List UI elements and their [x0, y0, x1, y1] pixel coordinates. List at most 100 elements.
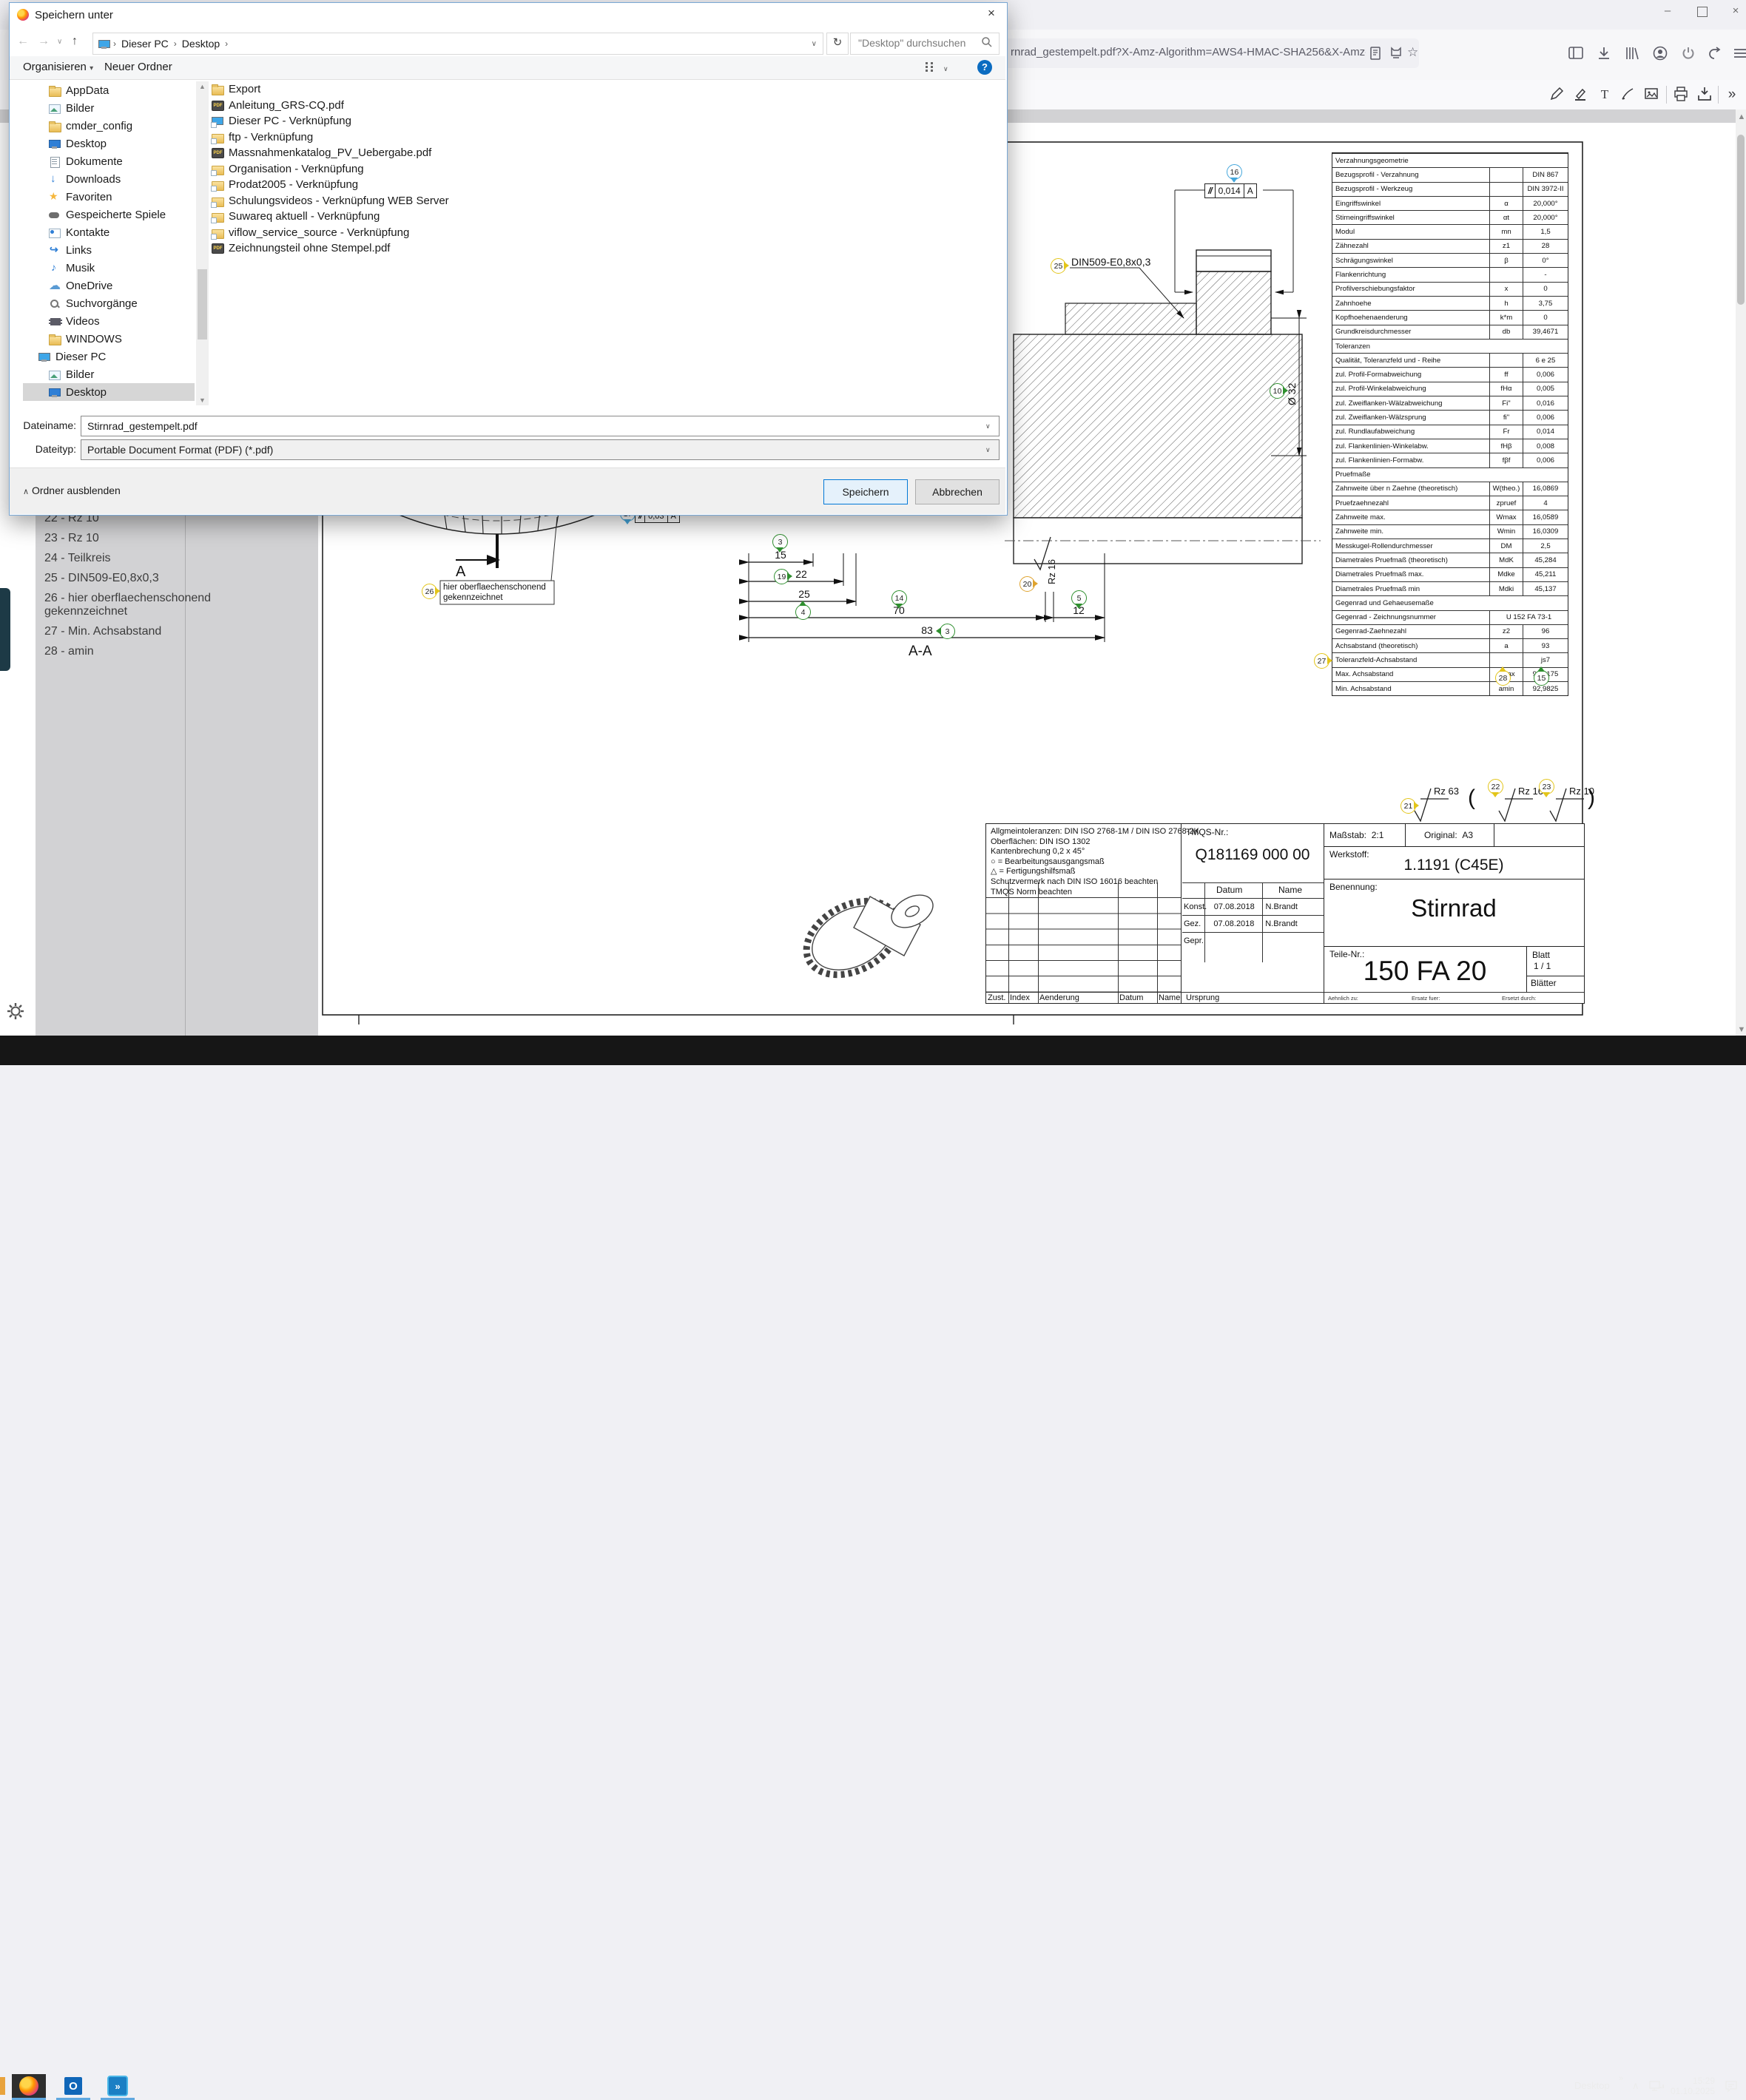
recent-locations-dropdown[interactable]: ∨: [57, 38, 62, 46]
address-dropdown-arrow[interactable]: ∨: [812, 40, 817, 48]
address-bar[interactable]: › Dieser PC › Desktop › ∨: [92, 33, 823, 55]
window-minimize-button[interactable]: –: [1661, 4, 1674, 18]
stamp-list-item[interactable]: 26 - hier oberflaechenschonend gekennzei…: [44, 592, 222, 618]
file-list-item[interactable]: Zeichnungsteil ohne Stempel.pdf: [211, 240, 1004, 257]
power-icon[interactable]: [1679, 44, 1699, 64]
sidebar-handle[interactable]: [0, 588, 10, 671]
organize-button[interactable]: Organisieren ▾: [23, 61, 93, 73]
up-button[interactable]: ↑: [72, 35, 78, 48]
dialog-close-button[interactable]: ×: [980, 6, 1002, 24]
tree-scrollbar-thumb[interactable]: [198, 269, 207, 340]
refresh-button[interactable]: ↻: [826, 33, 849, 55]
pdf-save-icon[interactable]: [1696, 85, 1715, 104]
pdf-image-icon[interactable]: [1642, 85, 1662, 104]
save-to-pocket-icon[interactable]: [1388, 45, 1404, 61]
stamp-list-item[interactable]: 28 - amin: [44, 645, 222, 658]
stamp-list-item[interactable]: 25 - DIN509-E0,8x0,3: [44, 572, 222, 585]
taskbar-toolbar-chevron[interactable]: »: [1619, 2074, 1623, 2083]
search-input[interactable]: "Desktop" durchsuchen: [850, 33, 1000, 55]
bookmark-star-icon[interactable]: ☆: [1407, 45, 1419, 61]
tree-item[interactable]: AppData: [23, 81, 195, 99]
tree-scrollbar-down[interactable]: ▼: [199, 396, 206, 404]
hide-folders-button[interactable]: ∧ Ordner ausblenden: [23, 485, 121, 496]
taskbar-media-icon[interactable]: »: [101, 2074, 135, 2100]
tree-item[interactable]: Kontakte: [23, 223, 195, 241]
pdf-edit-icon[interactable]: [1548, 85, 1567, 104]
tree-item[interactable]: Export: [23, 401, 195, 405]
stamp-list-item[interactable]: 27 - Min. Achsabstand: [44, 625, 222, 638]
file-list-item[interactable]: Massnahmenkatalog_PV_Uebergabe.pdf: [211, 145, 1004, 161]
tree-item[interactable]: Musik: [23, 259, 195, 277]
file-list-item[interactable]: Dieser PC - Verknüpfung: [211, 113, 1004, 129]
tree-item[interactable]: OneDrive: [23, 277, 195, 294]
filename-input[interactable]: Stirnrad_gestempelt.pdf ∨: [81, 416, 1000, 436]
settings-gear-icon[interactable]: [6, 1002, 25, 1021]
stamp-list-item[interactable]: 23 - Rz 10: [44, 532, 222, 545]
pdf-highlight-icon[interactable]: [1571, 85, 1591, 104]
account-icon[interactable]: [1651, 44, 1671, 64]
file-list-item[interactable]: Prodat2005 - Verknüpfung: [211, 177, 1004, 193]
tree-item[interactable]: Videos: [23, 312, 195, 330]
pdf-print-icon[interactable]: [1672, 85, 1691, 104]
notification-center-icon[interactable]: [1724, 2079, 1739, 2093]
view-options-caret[interactable]: ∨: [943, 65, 948, 73]
back-button[interactable]: ←: [17, 35, 29, 48]
cancel-button[interactable]: Abbrechen: [915, 479, 1000, 504]
taskbar-outlook-icon[interactable]: O: [56, 2074, 90, 2100]
tree-item[interactable]: Downloads: [23, 170, 195, 188]
tree-item[interactable]: Favoriten: [23, 188, 195, 206]
tree-item[interactable]: Links: [23, 241, 195, 259]
tree-item[interactable]: Dieser PC: [23, 348, 195, 365]
sidebar-icon[interactable]: [1567, 44, 1586, 64]
save-button[interactable]: Speichern: [823, 479, 908, 504]
filename-dropdown-arrow[interactable]: ∨: [985, 422, 991, 431]
file-list-item[interactable]: Organisation - Verknüpfung: [211, 161, 1004, 178]
library-icon[interactable]: [1623, 44, 1642, 64]
tree-scrollbar[interactable]: [196, 81, 209, 405]
taskbar-clock[interactable]: 15:29 01.10.2025: [1669, 2076, 1715, 2096]
window-maximize-button[interactable]: [1697, 7, 1708, 17]
stamp-list-item[interactable]: 24 - Teilkreis: [44, 552, 222, 565]
file-list-item[interactable]: Suwareq aktuell - Verknüpfung: [211, 209, 1004, 225]
filetype-select[interactable]: Portable Document Format (PDF) (*.pdf) ∨: [81, 439, 1000, 460]
taskbar-desktop-label[interactable]: Desktop: [1574, 2080, 1610, 2091]
help-button[interactable]: ?: [977, 60, 992, 75]
tree-item[interactable]: cmder_config: [23, 117, 195, 135]
new-folder-button[interactable]: Neuer Ordner: [104, 61, 172, 73]
forward-button[interactable]: →: [38, 35, 50, 48]
scrollbar-down-arrow[interactable]: ▼: [1737, 1025, 1746, 1034]
pdf-freetext-icon[interactable]: T: [1595, 85, 1614, 104]
downloads-icon[interactable]: [1595, 44, 1614, 64]
tree-item[interactable]: Desktop: [23, 383, 195, 401]
breadcrumb-desktop[interactable]: Desktop: [179, 38, 223, 50]
tree-item[interactable]: Bilder: [23, 99, 195, 117]
tree-item[interactable]: Gespeicherte Spiele: [23, 206, 195, 223]
tray-expand-icon[interactable]: ∧: [1632, 2080, 1639, 2092]
approval-name-header: Name: [1278, 885, 1302, 895]
file-list-item[interactable]: Export: [211, 81, 1004, 98]
pdf-draw-icon[interactable]: [1619, 85, 1638, 104]
file-list-item[interactable]: Anleitung_GRS-CQ.pdf: [211, 98, 1004, 114]
tree-scrollbar-up[interactable]: ▲: [199, 83, 206, 90]
menu-hamburger-icon[interactable]: [1731, 44, 1746, 64]
tree-item[interactable]: WINDOWS: [23, 330, 195, 348]
scrollbar-thumb[interactable]: [1737, 135, 1745, 305]
reader-mode-icon[interactable]: [1367, 45, 1383, 61]
tree-item[interactable]: Desktop: [23, 135, 195, 152]
breadcrumb-dieser-pc[interactable]: Dieser PC: [118, 38, 172, 50]
share-icon[interactable]: [1708, 44, 1727, 64]
tree-item[interactable]: Suchvorgänge: [23, 294, 195, 312]
view-options-icon[interactable]: [924, 61, 939, 74]
taskbar-firefox-icon[interactable]: [12, 2074, 46, 2100]
file-list-item[interactable]: viflow_service_source - Verknüpfung: [211, 225, 1004, 241]
file-list-item[interactable]: ftp - Verknüpfung: [211, 129, 1004, 146]
scrollbar-up-arrow[interactable]: ▲: [1737, 112, 1746, 121]
cut-off-app-icon[interactable]: [0, 2077, 5, 2095]
pdf-toolbar-more-chevron[interactable]: »: [1722, 85, 1742, 104]
file-list-item[interactable]: Schulungsvideos - Verknüpfung WEB Server: [211, 193, 1004, 209]
tree-item[interactable]: Dokumente: [23, 152, 195, 170]
tree-item[interactable]: Bilder: [23, 365, 195, 383]
network-icon[interactable]: [1648, 2078, 1665, 2094]
window-close-button[interactable]: ×: [1729, 4, 1742, 18]
filetype-dropdown-arrow[interactable]: ∨: [985, 446, 991, 454]
